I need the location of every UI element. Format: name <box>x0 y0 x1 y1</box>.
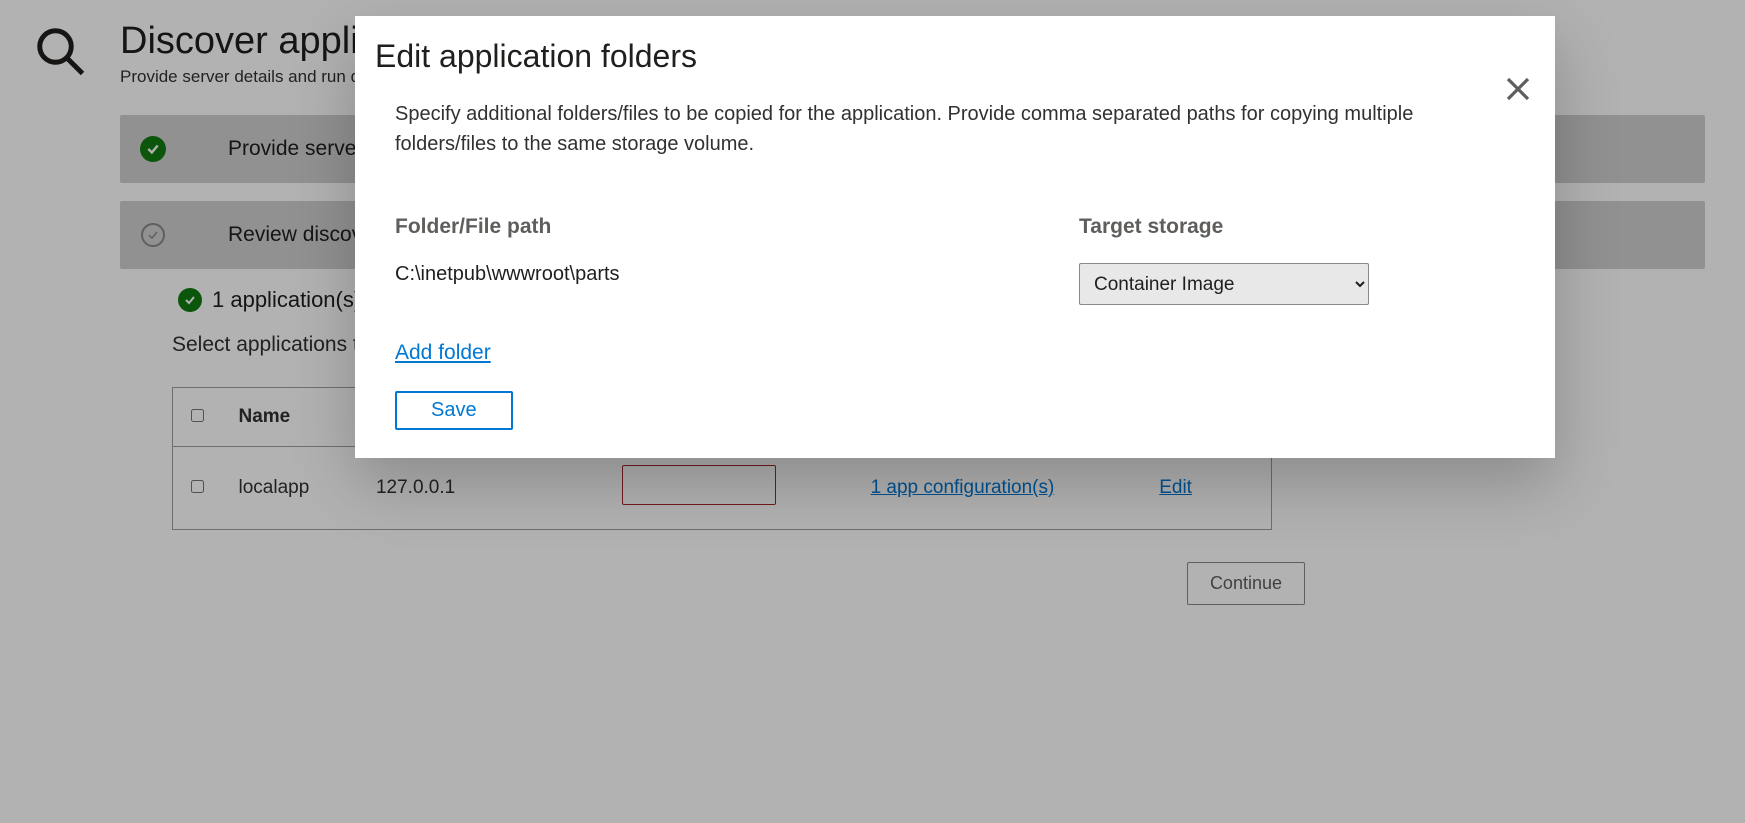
edit-folders-modal: Edit application folders Specify additio… <box>355 16 1555 458</box>
col-header-target: Target storage <box>1079 215 1369 239</box>
add-folder-link[interactable]: Add folder <box>395 341 491 365</box>
target-storage-select[interactable]: Container Image <box>1079 263 1369 305</box>
col-header-path: Folder/File path <box>395 215 1079 239</box>
save-button[interactable]: Save <box>395 391 513 430</box>
modal-title: Edit application folders <box>375 38 1515 75</box>
close-icon[interactable] <box>1503 74 1533 104</box>
folder-path-value: C:\inetpub\wwwroot\parts <box>395 263 1079 286</box>
modal-description: Specify additional folders/files to be c… <box>395 99 1515 159</box>
